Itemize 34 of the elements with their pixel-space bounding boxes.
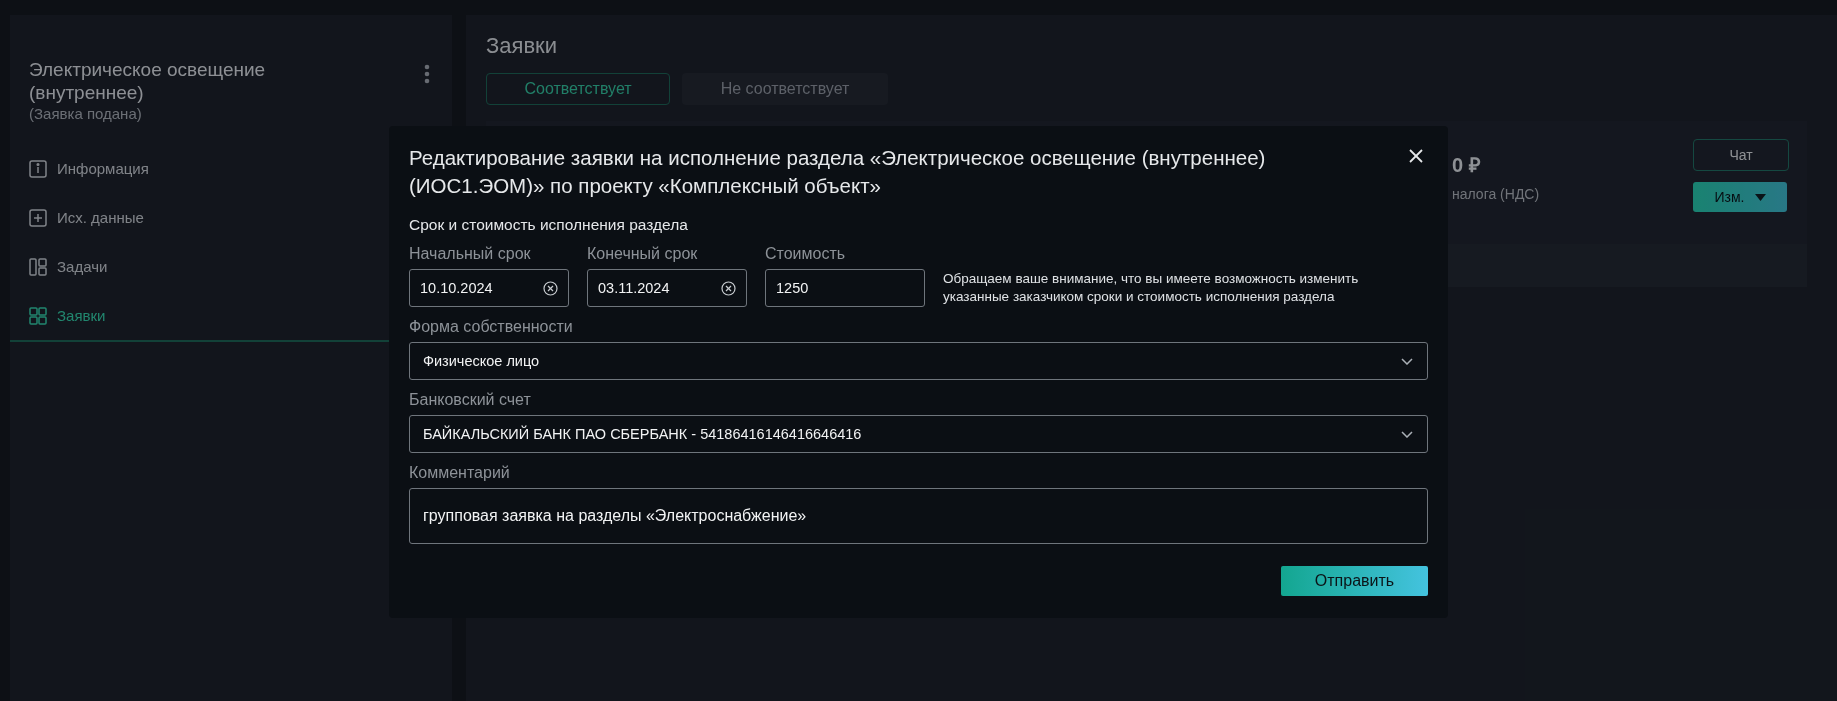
- filter-tab[interactable]: Соответствует: [486, 73, 670, 105]
- field-label: Конечный срок: [587, 245, 699, 263]
- date-field[interactable]: 10.10.2024: [409, 269, 569, 307]
- bank-account-select[interactable]: БАЙКАЛЬСКИЙ БАНК ПАО СБЕРБАНК - 54186416146416646416: [409, 415, 1428, 453]
- change-button[interactable]: Изм.: [1693, 182, 1787, 212]
- comment-field[interactable]: групповая заявка на разделы «Электроснабжение»: [409, 488, 1428, 544]
- section-heading: Срок и стоимость исполнения раздела: [409, 216, 689, 234]
- page-title: Заявки: [486, 33, 559, 59]
- plus-square-icon: [29, 208, 47, 227]
- field-label: Стоимость: [765, 245, 847, 263]
- field-label: Банковский счет: [409, 391, 532, 409]
- tax-text: налога (НДС): [1452, 186, 1541, 202]
- clear-icon[interactable]: [543, 280, 558, 296]
- field-label: Начальный срок: [409, 245, 532, 263]
- chat-button[interactable]: Чат: [1693, 139, 1789, 171]
- submit-button[interactable]: Отправить: [1281, 566, 1428, 596]
- grid-icon: [29, 257, 47, 276]
- info-icon: [29, 159, 47, 178]
- clear-icon[interactable]: [721, 280, 736, 296]
- close-icon[interactable]: [1409, 149, 1423, 163]
- grid-icon: [29, 306, 47, 325]
- chevron-down-icon: [1401, 357, 1413, 365]
- chevron-down-icon: [1401, 430, 1413, 438]
- date-field[interactable]: 03.11.2024: [587, 269, 747, 307]
- note-text: Обращаем ваше внимание, что вы имеете возможность изменить указанные заказчиком сроки и стоимость исполнения раздела: [943, 270, 1360, 306]
- section-title: Электрическое освещение (внутреннее): [29, 58, 267, 104]
- cost-field[interactable]: 1250: [765, 269, 925, 307]
- status-text: (Заявка подана): [29, 105, 143, 122]
- dialog-title: Редактирование заявки на исполнение раздела «Электрическое освещение (внутреннее) (ИОС1.ЭОМ)» по проекту «Комплексный объект»: [409, 145, 1267, 199]
- ownership-select[interactable]: Физическое лицо: [409, 342, 1428, 380]
- caret-icon: [1754, 193, 1766, 201]
- more-options-icon[interactable]: [424, 64, 430, 84]
- amount-text: 0 ₽: [1452, 153, 1482, 178]
- field-label: Комментарий: [409, 464, 511, 482]
